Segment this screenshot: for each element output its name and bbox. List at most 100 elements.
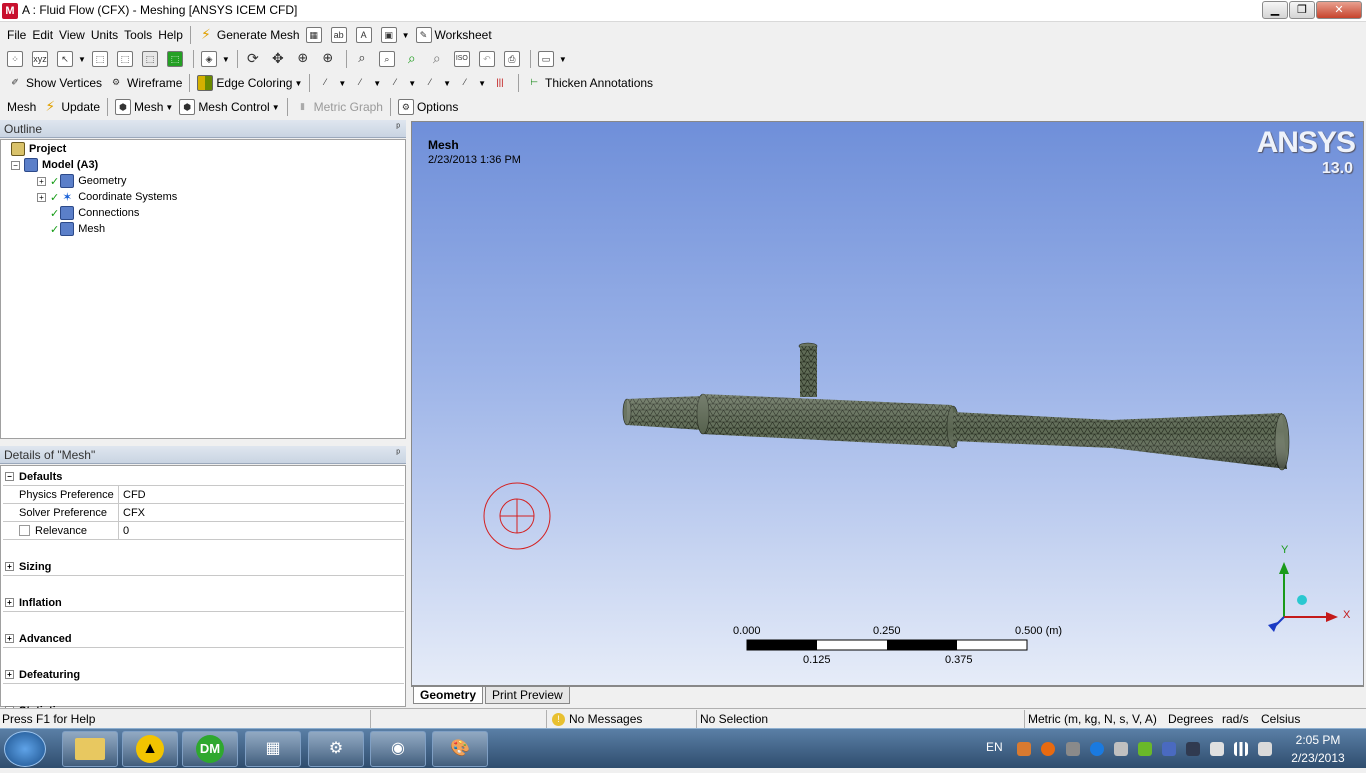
select-point-button[interactable]: ⁘ [4, 49, 29, 69]
tray-icon-5[interactable] [1114, 742, 1128, 756]
select-face-button[interactable]: ⬚ [139, 49, 164, 69]
tray-icon-1[interactable] [1017, 742, 1031, 756]
select-mode-button[interactable]: ↖ ▼ [54, 49, 89, 69]
row-physics-preference[interactable]: Physics Preference CFD [3, 486, 404, 504]
tree-item-model[interactable]: − Model (A3) [11, 157, 98, 173]
menu-file[interactable]: File [4, 25, 29, 45]
expand-icon[interactable]: + [37, 176, 46, 186]
pin-icon[interactable]: ᵖ [396, 122, 400, 133]
restore-button[interactable]: ❐ [1289, 1, 1315, 19]
group-inflation[interactable]: + Inflation [3, 594, 404, 612]
status-temperature[interactable]: Celsius [1261, 711, 1300, 727]
edge-display-1-button[interactable]: ⁄ ▼ [349, 73, 384, 93]
box-zoom-button[interactable]: ⊕ [317, 49, 342, 69]
expand-icon[interactable]: + [5, 562, 14, 571]
taskbar-app-2[interactable]: ⚙ [308, 731, 364, 767]
group-defaults[interactable]: − Defaults [3, 468, 404, 486]
usb-icon[interactable] [1210, 742, 1224, 756]
zoom-to-fit-button[interactable]: ⌕ [401, 49, 426, 69]
language-indicator[interactable]: EN [986, 740, 1003, 754]
clock-date[interactable]: 2/23/2013 [1290, 751, 1346, 765]
tree-item-connections[interactable]: ✓ Connections [50, 205, 139, 221]
rotate-button[interactable]: ⟳ [242, 49, 267, 69]
taskbar-design-modeler[interactable]: DM [182, 731, 238, 767]
status-degrees[interactable]: Degrees [1168, 711, 1213, 727]
thicken-annotations-button[interactable]: ⊢ Thicken Annotations [523, 73, 656, 93]
tray-icon-3[interactable] [1066, 742, 1080, 756]
show-vertices-button[interactable]: ✐ Show Vertices [4, 73, 105, 93]
label-button[interactable]: ab [328, 25, 353, 45]
edge-display-0-button[interactable]: ⁄ ▼ [314, 73, 349, 93]
zoom-box-button[interactable]: ⌕ [376, 49, 401, 69]
expand-icon[interactable]: + [5, 634, 14, 643]
menu-help[interactable]: Help [155, 25, 186, 45]
menu-view[interactable]: View [56, 25, 88, 45]
solver-preference-value[interactable]: CFX [119, 507, 145, 519]
options-button[interactable]: ⚙ Options [395, 97, 461, 117]
status-units[interactable]: Metric (m, kg, N, s, V, A) [1028, 711, 1157, 727]
menu-units[interactable]: Units [88, 25, 121, 45]
metric-graph-button[interactable]: ▮ Metric Graph [292, 97, 386, 117]
pan-button[interactable]: ✥ [267, 49, 292, 69]
edge-coloring-button[interactable]: Edge Coloring ▼ [194, 73, 305, 93]
zoom-fit-button[interactable]: ⌕ [351, 49, 376, 69]
pin-icon[interactable]: ᵖ [396, 448, 400, 459]
edge-display-4-button[interactable]: ⁄ ▼ [454, 73, 489, 93]
taskbar-ansys-workbench[interactable]: ▲ [122, 731, 178, 767]
menu-edit[interactable]: Edit [29, 25, 56, 45]
close-button[interactable]: ✕ [1316, 1, 1362, 19]
status-rads[interactable]: rad/s [1222, 711, 1249, 727]
start-button[interactable] [4, 731, 46, 767]
generate-mesh-button[interactable]: ⚡ Generate Mesh [195, 25, 303, 45]
taskbar-paint[interactable]: 🎨 [432, 731, 488, 767]
row-relevance[interactable]: Relevance 0 [3, 522, 404, 540]
relevance-checkbox[interactable] [19, 525, 30, 536]
image-button[interactable]: ▣ ▼ [378, 25, 413, 45]
minimize-button[interactable]: ▁ [1262, 1, 1288, 19]
wireframe-button[interactable]: ⚙ Wireframe [105, 73, 185, 93]
tree-item-project[interactable]: Project [11, 141, 66, 157]
status-messages[interactable]: ! No Messages [552, 711, 642, 727]
taskbar-app-3[interactable]: ◉ [370, 731, 426, 767]
extend-selection-button[interactable]: ◈ ▼ [198, 49, 233, 69]
select-vertex-button[interactable]: ⬚ [89, 49, 114, 69]
tab-geometry[interactable]: Geometry [413, 687, 484, 704]
collapse-icon[interactable]: − [11, 160, 20, 170]
edge-display-2-button[interactable]: ⁄ ▼ [384, 73, 419, 93]
previous-view-button[interactable]: ↶ [476, 49, 501, 69]
expand-icon[interactable]: + [5, 598, 14, 607]
graphics-viewport[interactable]: Mesh 2/23/2013 1:36 PM ANSYS 13.0 0.000 … [411, 121, 1364, 686]
tray-icon-4[interactable] [1090, 742, 1104, 756]
iso-view-button[interactable]: ISO [451, 49, 476, 69]
clock-time[interactable]: 2:05 PM [1294, 733, 1342, 747]
tab-print-preview[interactable]: Print Preview [485, 687, 570, 704]
mesh-control-button[interactable]: ⬢ Mesh Control ▼ [176, 97, 282, 117]
worksheet-button[interactable]: ✎ Worksheet [413, 25, 495, 45]
edge-display-3-button[interactable]: ⁄ ▼ [419, 73, 454, 93]
group-sizing[interactable]: + Sizing [3, 558, 404, 576]
expand-icon[interactable]: + [5, 670, 14, 679]
network-icon[interactable] [1186, 742, 1200, 756]
physics-preference-value[interactable]: CFD [119, 489, 146, 501]
select-edge-button[interactable]: ⬚ [114, 49, 139, 69]
expand-icon[interactable]: + [37, 192, 46, 202]
row-solver-preference[interactable]: Solver Preference CFX [3, 504, 404, 522]
signal-icon[interactable] [1234, 742, 1248, 756]
select-coordinate-button[interactable]: xyz [29, 49, 54, 69]
tray-icon-7[interactable] [1162, 742, 1176, 756]
viewport-layout-button[interactable]: ▭ ▼ [535, 49, 570, 69]
relevance-value[interactable]: 0 [119, 525, 129, 537]
taskbar-app-1[interactable]: ▦ [245, 731, 301, 767]
thicken-toggle-button[interactable]: ||| [489, 73, 514, 93]
collapse-icon[interactable]: − [5, 472, 14, 481]
menu-tools[interactable]: Tools [121, 25, 155, 45]
group-defeaturing[interactable]: + Defeaturing [3, 666, 404, 684]
volume-icon[interactable] [1258, 742, 1272, 756]
update-button[interactable]: ⚡ Update [39, 97, 103, 117]
next-view-button[interactable]: ⎙ [501, 49, 526, 69]
annotation-button[interactable]: A [353, 25, 378, 45]
tray-icon-2[interactable] [1041, 742, 1055, 756]
tree-item-mesh[interactable]: ✓ Mesh [50, 221, 105, 237]
mesh-dropdown-button[interactable]: ⬢ Mesh ▼ [112, 97, 176, 117]
tree-item-coordinate-systems[interactable]: + ✓ ✶ Coordinate Systems [37, 189, 177, 205]
